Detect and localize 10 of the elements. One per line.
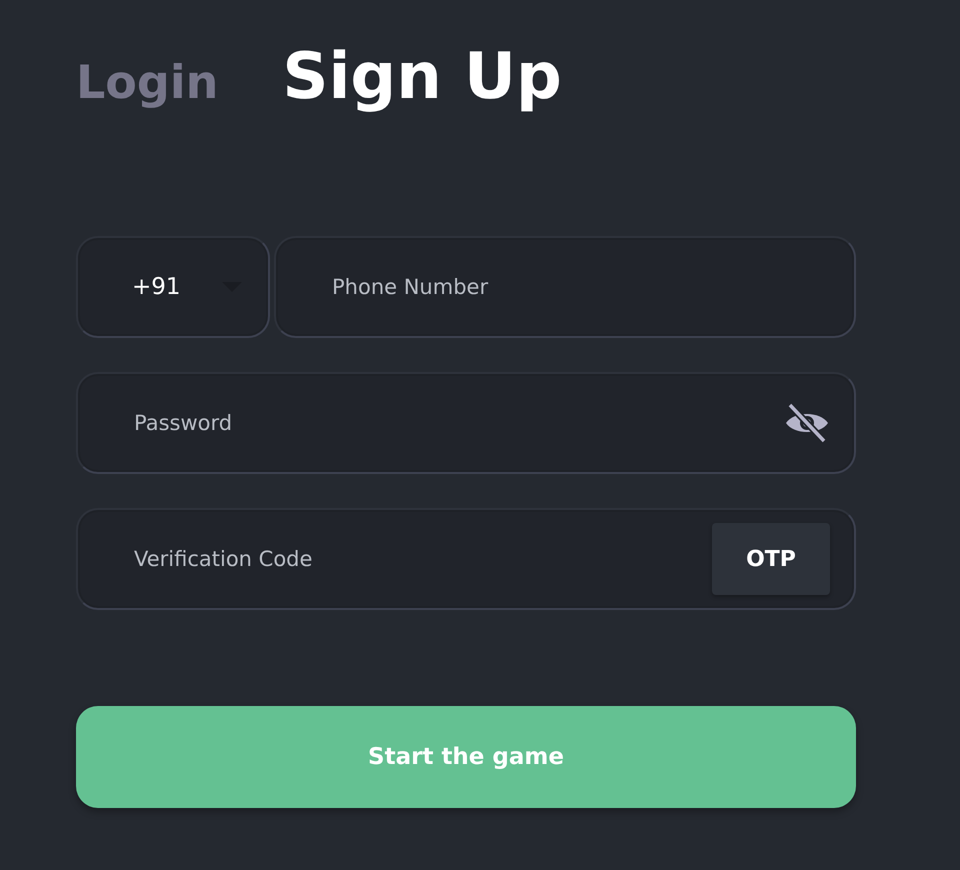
verification-code-field[interactable]: Verification Code OTP (76, 508, 856, 610)
password-field[interactable]: Password (76, 372, 856, 474)
country-code-select[interactable]: +91 (76, 236, 270, 338)
phone-field[interactable]: Phone Number (274, 236, 856, 338)
tab[interactable]: Sign Up (282, 40, 562, 114)
otp-button[interactable]: OTP (712, 523, 830, 595)
eye-slash-icon[interactable] (784, 403, 830, 443)
phone-input[interactable]: Phone Number (330, 274, 830, 300)
verification-code-input[interactable]: Verification Code (132, 546, 712, 572)
password-input[interactable]: Password (132, 410, 784, 436)
